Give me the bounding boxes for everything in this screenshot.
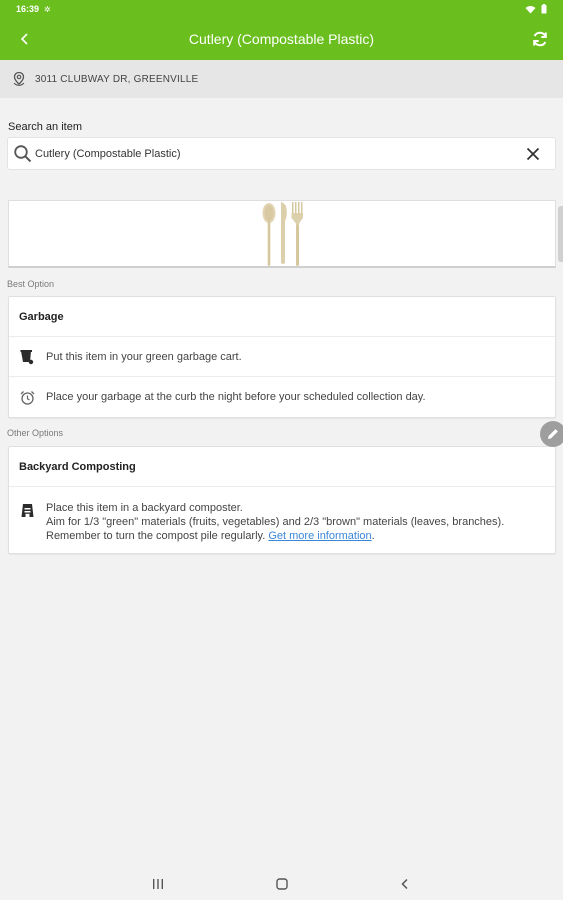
app-bar: Cutlery (Compostable Plastic): [0, 18, 563, 60]
home-button[interactable]: [274, 876, 290, 892]
cutlery-icon: [262, 202, 303, 266]
close-icon: [526, 147, 540, 161]
other-option-card: Backyard Composting Place this item in a…: [8, 446, 556, 554]
status-icons: [525, 4, 547, 14]
best-option-title: Garbage: [9, 297, 555, 337]
wifi-icon: [525, 5, 536, 13]
sync-dot-icon: ✲: [44, 4, 51, 14]
system-nav-bar: [0, 868, 563, 900]
garbage-cart-icon: [19, 348, 36, 365]
item-image: [8, 200, 556, 268]
status-time: 16:39: [16, 4, 40, 14]
refresh-icon: [533, 31, 547, 47]
address-bar[interactable]: 3011 CLUBWAY DR, GREENVILLE: [0, 60, 563, 98]
other-option-title: Backyard Composting: [9, 447, 555, 487]
back-icon: [401, 878, 408, 890]
list-item: Place this item in a backyard composter.…: [9, 487, 555, 553]
battery-icon: [541, 4, 547, 14]
address-text: 3011 CLUBWAY DR, GREENVILLE: [35, 73, 199, 85]
composter-icon: [19, 502, 36, 519]
status-bar: 16:39 ✲: [0, 0, 563, 18]
search-label: Search an item: [8, 121, 82, 133]
composting-line1: Place this item in a backyard composter.: [46, 502, 243, 514]
list-item: Put this item in your green garbage cart…: [9, 337, 555, 377]
alarm-clock-icon: [19, 389, 36, 406]
chevron-left-icon: [20, 33, 28, 45]
best-option-card: Garbage Put this item in your green garb…: [8, 296, 556, 418]
search-box: [7, 137, 556, 170]
recent-apps-icon: [153, 879, 163, 889]
refresh-button[interactable]: [527, 26, 553, 52]
search-input[interactable]: [35, 147, 495, 160]
side-drawer-handle[interactable]: [558, 206, 563, 262]
clear-search-button[interactable]: [525, 146, 541, 162]
search-icon: [13, 144, 33, 164]
list-item: Place your garbage at the curb the night…: [9, 377, 555, 417]
best-option-row-text: Place your garbage at the curb the night…: [46, 391, 426, 403]
pencil-icon: [548, 429, 558, 439]
page-title: Cutlery (Compostable Plastic): [188, 31, 375, 47]
other-options-label: Other Options: [7, 428, 64, 438]
more-info-link[interactable]: Get more information: [268, 530, 371, 542]
back-button[interactable]: [0, 18, 50, 60]
composting-line2: Aim for 1/3 "green" materials (fruits, v…: [46, 516, 505, 542]
recent-apps-button[interactable]: [150, 876, 166, 892]
best-option-label: Best Option: [7, 279, 55, 289]
location-pin-icon: [11, 71, 27, 87]
composting-instructions: Place this item in a backyard composter.…: [46, 501, 555, 543]
home-icon: [276, 878, 288, 890]
best-option-row-text: Put this item in your green garbage cart…: [46, 350, 242, 363]
system-back-button[interactable]: [397, 876, 413, 892]
edit-button[interactable]: [540, 421, 563, 447]
